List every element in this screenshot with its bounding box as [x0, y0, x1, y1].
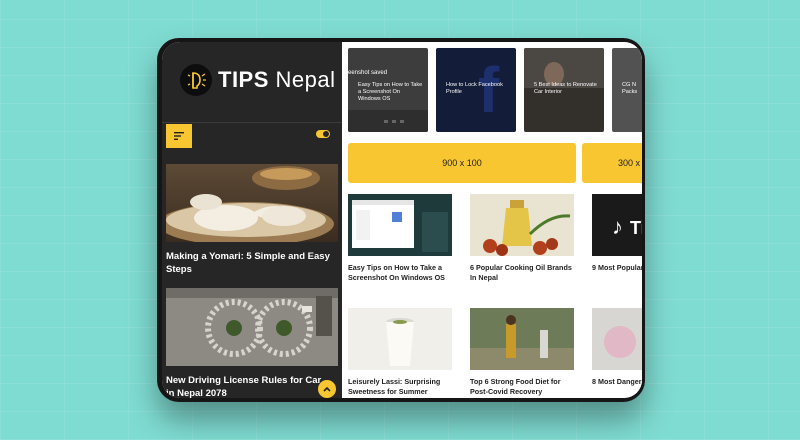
article-card[interactable]: ♪ Ti 9 Most Popular mid-2021 — [592, 194, 642, 273]
article-thumbnail — [470, 308, 574, 370]
article-title[interactable]: Top 6 Strong Food Diet for Post-Covid Re… — [470, 377, 574, 397]
main-content: eenshot saved Easy Tips on How to Take a… — [342, 42, 642, 398]
story-card[interactable]: f How to Lock Facebook Profile — [436, 48, 516, 132]
site-logo[interactable]: TIPS Nepal — [180, 62, 336, 98]
ad-banner[interactable]: 300 x — [582, 143, 642, 183]
sidebar: TIPS Nepal Making a Yomari: 5 Simple and… — [162, 42, 342, 398]
logo-text-bold: TIPS — [218, 67, 269, 92]
article-card[interactable]: 6 Popular Cooking Oil Brands In Nepal — [470, 194, 574, 283]
hamburger-menu-icon — [174, 132, 184, 140]
logo-text: TIPS Nepal — [218, 67, 336, 93]
menu-button[interactable] — [166, 124, 192, 148]
logo-text-light: Nepal — [268, 67, 336, 92]
tablet-screen: TIPS Nepal Making a Yomari: 5 Simple and… — [162, 42, 642, 398]
sidebar-post-title[interactable]: Making a Yomari: 5 Simple and Easy Steps — [166, 250, 338, 276]
article-card[interactable]: Easy Tips on How to Take a Screenshot On… — [348, 194, 452, 283]
scroll-to-top-button[interactable] — [318, 380, 336, 398]
article-thumbnail: ♪ Ti — [592, 194, 642, 256]
story-card[interactable]: 5 Best Ideas to Renovate Car Interior — [524, 48, 604, 132]
story-label: CG N Packs — [622, 82, 638, 95]
story-label: How to Lock Facebook Profile — [446, 82, 503, 95]
article-title[interactable]: 9 Most Popular mid-2021 — [592, 263, 642, 273]
article-card[interactable]: 8 Most Danger Challenges — [592, 308, 642, 387]
article-thumbnail — [470, 194, 574, 256]
story-label: 5 Best Ideas to Renovate Car Interior — [534, 82, 597, 95]
article-title[interactable]: 6 Popular Cooking Oil Brands In Nepal — [470, 263, 574, 283]
article-thumbnail — [592, 308, 642, 370]
driving-track-image — [166, 288, 338, 366]
story-overlay-text: eenshot saved — [348, 70, 388, 76]
sidebar-post-title[interactable]: New Driving License Rules for Car in Nep… — [166, 374, 338, 398]
svg-text:Ti: Ti — [630, 218, 642, 238]
article-card[interactable]: Top 6 Strong Food Diet for Post-Covid Re… — [470, 308, 574, 397]
article-thumbnail — [348, 194, 452, 256]
ad-banner[interactable]: 900 x 100 — [348, 143, 576, 183]
story-label: Easy Tips on How to Take a Screenshot On… — [358, 82, 423, 102]
dark-mode-toggle[interactable] — [316, 130, 330, 138]
svg-text:♪: ♪ — [612, 214, 623, 239]
sidebar-divider — [162, 122, 342, 123]
sidebar-post[interactable]: New Driving License Rules for Car in Nep… — [166, 288, 338, 398]
bulb-logo-icon — [180, 64, 212, 96]
chevron-up-icon — [323, 386, 331, 392]
article-title[interactable]: Leisurely Lassi: Surprising Sweetness fo… — [348, 377, 452, 397]
yomari-image — [166, 164, 338, 242]
article-title[interactable]: Easy Tips on How to Take a Screenshot On… — [348, 263, 452, 283]
story-card[interactable]: eenshot saved Easy Tips on How to Take a… — [348, 48, 428, 132]
story-card[interactable]: CG N Packs — [612, 48, 642, 132]
article-title[interactable]: 8 Most Danger Challenges — [592, 377, 642, 387]
article-thumbnail — [348, 308, 452, 370]
web-stories-row: eenshot saved Easy Tips on How to Take a… — [348, 48, 642, 132]
sidebar-post[interactable]: Making a Yomari: 5 Simple and Easy Steps — [166, 164, 338, 276]
article-card[interactable]: Leisurely Lassi: Surprising Sweetness fo… — [348, 308, 452, 397]
